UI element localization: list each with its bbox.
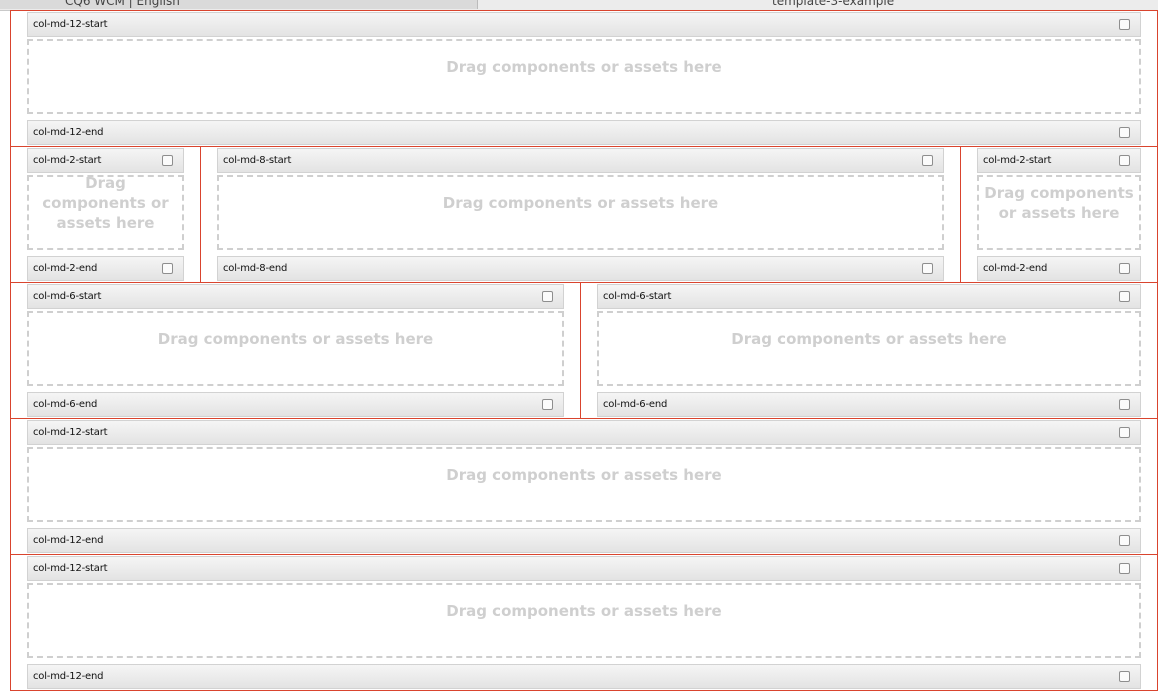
column-end-checkbox[interactable]	[542, 399, 553, 410]
tab-page-label: template-3-example	[772, 0, 895, 8]
grid-row: col-md-2-start Drag components or assets…	[10, 146, 1158, 283]
drop-zone-text: Drag components or assets here	[446, 601, 722, 620]
drop-zone[interactable]: Drag components or assets here	[27, 583, 1141, 658]
column-end-bar[interactable]: col-md-6-end	[27, 392, 564, 417]
column-end-checkbox[interactable]	[1119, 535, 1130, 546]
column-container: col-md-12-start Drag components or asset…	[10, 10, 1158, 147]
column-end-checkbox[interactable]	[1119, 671, 1130, 682]
drop-zone[interactable]: Drag components or assets here	[977, 175, 1141, 250]
column-start-checkbox[interactable]	[162, 155, 173, 166]
column-start-label: col-md-12-start	[33, 563, 108, 574]
column-start-label: col-md-8-start	[223, 155, 292, 166]
drop-zone-text: Drag components or assets here	[446, 465, 722, 484]
column-start-checkbox[interactable]	[542, 291, 553, 302]
drop-zone[interactable]: Drag components or assets here	[27, 447, 1141, 522]
column-start-checkbox[interactable]	[1119, 563, 1130, 574]
column-container: col-md-6-start Drag components or assets…	[580, 282, 1158, 419]
grid-row: col-md-12-start Drag components or asset…	[10, 10, 1158, 147]
column-end-checkbox[interactable]	[1119, 127, 1130, 138]
column-end-label: col-md-6-end	[603, 399, 668, 410]
drop-zone-text: Drag components or assets here	[442, 193, 719, 212]
column-end-bar[interactable]: col-md-12-end	[27, 664, 1141, 689]
column-start-label: col-md-6-start	[603, 291, 672, 302]
column-container: col-md-8-start Drag components or assets…	[200, 146, 961, 283]
grid-row: col-md-12-start Drag components or asset…	[10, 554, 1158, 691]
column-end-label: col-md-12-end	[33, 127, 104, 138]
column-start-label: col-md-12-start	[33, 19, 108, 30]
column-start-bar[interactable]: col-md-2-start	[977, 148, 1141, 173]
column-end-label: col-md-2-end	[983, 263, 1048, 274]
column-end-bar[interactable]: col-md-12-end	[27, 528, 1141, 553]
column-end-bar[interactable]: col-md-12-end	[27, 120, 1141, 145]
column-start-label: col-md-6-start	[33, 291, 102, 302]
column-end-bar[interactable]: col-md-2-end	[27, 256, 184, 281]
column-end-label: col-md-6-end	[33, 399, 98, 410]
column-container: col-md-12-start Drag components or asset…	[10, 418, 1158, 555]
tab-page[interactable]: template-3-example	[478, 0, 1158, 9]
drop-zone-text: Drag components or assets here	[157, 329, 434, 348]
grid-row: col-md-6-start Drag components or assets…	[10, 282, 1158, 419]
column-end-label: col-md-8-end	[223, 263, 288, 274]
drop-zone-text: Drag components or assets here	[731, 329, 1007, 348]
column-start-label: col-md-12-start	[33, 427, 108, 438]
column-start-label: col-md-2-start	[33, 155, 102, 166]
tab-language[interactable]: CQ6 WCM | English	[0, 0, 478, 9]
column-container: col-md-12-start Drag components or asset…	[10, 554, 1158, 691]
column-container: col-md-2-start Drag components or assets…	[10, 146, 201, 283]
drop-zone[interactable]: Drag components or assets here	[597, 311, 1141, 386]
column-end-label: col-md-12-end	[33, 535, 104, 546]
column-start-checkbox[interactable]	[1119, 291, 1130, 302]
column-end-label: col-md-2-end	[33, 263, 98, 274]
column-end-bar[interactable]: col-md-6-end	[597, 392, 1141, 417]
column-end-label: col-md-12-end	[33, 671, 104, 682]
drop-zone-text: Drag components or assets here	[42, 173, 169, 232]
column-start-bar[interactable]: col-md-12-start	[27, 420, 1141, 445]
column-start-checkbox[interactable]	[1119, 427, 1130, 438]
drop-zone[interactable]: Drag components or assets here	[27, 173, 184, 250]
drop-zone[interactable]: Drag components or assets here	[27, 39, 1141, 114]
column-container: col-md-2-start Drag components or assets…	[960, 146, 1158, 283]
column-end-checkbox[interactable]	[162, 263, 173, 274]
drop-zone-text: Drag components or assets here	[984, 183, 1134, 222]
column-container: col-md-6-start Drag components or assets…	[10, 282, 581, 419]
tab-language-label: CQ6 WCM | English	[65, 0, 180, 8]
column-start-label: col-md-2-start	[983, 155, 1052, 166]
drop-zone-text: Drag components or assets here	[446, 57, 722, 76]
column-start-bar[interactable]: col-md-6-start	[597, 284, 1141, 309]
column-start-checkbox[interactable]	[922, 155, 933, 166]
drop-zone[interactable]: Drag components or assets here	[217, 175, 944, 250]
column-start-bar[interactable]: col-md-8-start	[217, 148, 944, 173]
column-start-bar[interactable]: col-md-6-start	[27, 284, 564, 309]
column-end-bar[interactable]: col-md-8-end	[217, 256, 944, 281]
column-end-checkbox[interactable]	[1119, 263, 1130, 274]
column-end-checkbox[interactable]	[1119, 399, 1130, 410]
column-start-bar[interactable]: col-md-12-start	[27, 556, 1141, 581]
column-start-checkbox[interactable]	[1119, 19, 1130, 30]
drop-zone[interactable]: Drag components or assets here	[27, 311, 564, 386]
column-start-checkbox[interactable]	[1119, 155, 1130, 166]
column-end-checkbox[interactable]	[922, 263, 933, 274]
column-start-bar[interactable]: col-md-12-start	[27, 12, 1141, 37]
grid-row: col-md-12-start Drag components or asset…	[10, 418, 1158, 555]
column-start-bar[interactable]: col-md-2-start	[27, 148, 184, 173]
column-end-bar[interactable]: col-md-2-end	[977, 256, 1141, 281]
